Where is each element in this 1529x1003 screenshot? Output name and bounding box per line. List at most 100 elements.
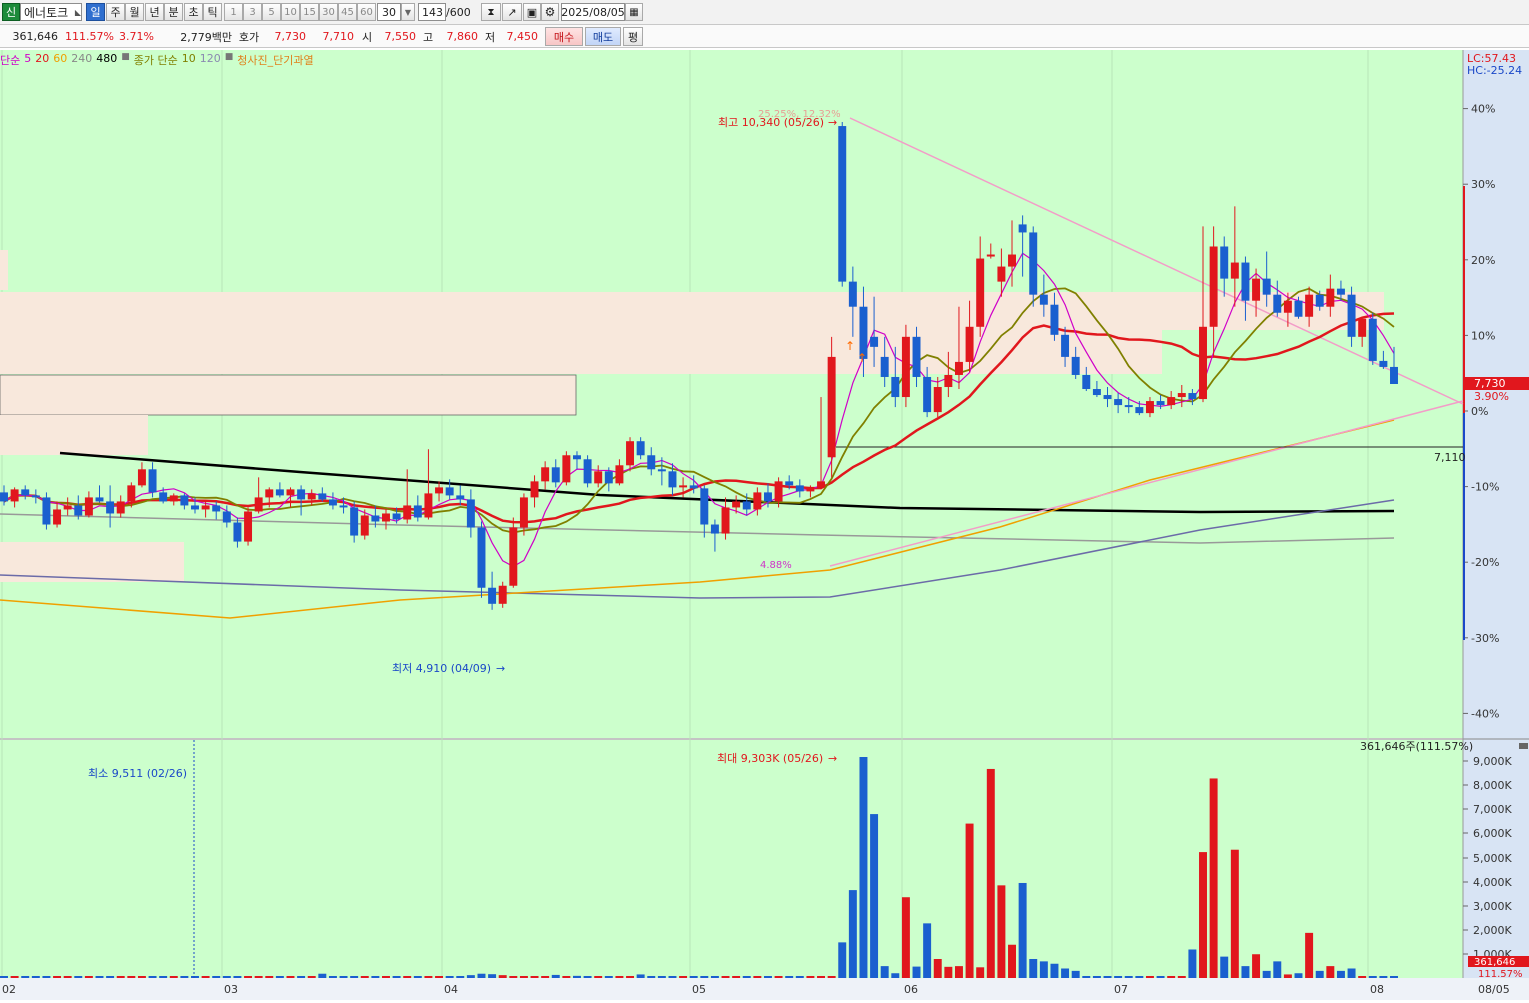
- volume-bar: [583, 976, 592, 978]
- volume-bar: [159, 976, 168, 978]
- support-price-label: 7,110: [1434, 451, 1466, 464]
- low-percent-label: 4.88%: [760, 560, 792, 571]
- volume-bar: [1283, 974, 1292, 978]
- volume-bar: [116, 976, 125, 978]
- candle-body: [222, 511, 231, 523]
- save-icon[interactable]: ▣: [523, 3, 541, 21]
- price-volume-chart[interactable]: 02 03 04 05 06 07 08 08/05 40% 30% 20% 10% 0% -10% -20…: [0, 49, 1529, 1000]
- close-ma10-label: 10: [181, 52, 196, 65]
- volume-bar: [169, 976, 178, 978]
- chart-area[interactable]: 02 03 04 05 06 07 08 08/05 40% 30% 20% 10% 0% -10% -20…: [0, 49, 1529, 1000]
- volume-tick-label: 4,000K: [1473, 876, 1512, 889]
- candle-body: [1188, 393, 1197, 400]
- stock-name-input[interactable]: 에너토크: [20, 3, 82, 21]
- interval-button[interactable]: 10: [281, 3, 300, 21]
- date-input[interactable]: 2025/08/05: [561, 3, 625, 21]
- candle-body: [817, 481, 826, 488]
- candle-body: [838, 126, 847, 282]
- ma5-label: 5: [24, 52, 32, 65]
- buy-button[interactable]: 매수: [545, 27, 583, 46]
- lowest-arrow-icon: →: [496, 662, 505, 675]
- period-button[interactable]: 월: [125, 3, 144, 21]
- volume-bar: [668, 976, 677, 978]
- candle-type-icon[interactable]: ⧗: [481, 3, 501, 21]
- candle-body: [42, 497, 51, 525]
- scale-down-bar: [1463, 413, 1465, 640]
- volume-bar: [1379, 976, 1388, 978]
- gear-icon[interactable]: ⚙: [541, 3, 559, 21]
- volume-bar: [1071, 970, 1080, 978]
- low-label: 저: [484, 30, 496, 44]
- period-button[interactable]: 일: [86, 3, 105, 21]
- indicator-legend: 단순 5 20 60 240 480 ■ 종가 단순 10 120 ■ 청사진_…: [0, 52, 314, 67]
- period-button[interactable]: 분: [164, 3, 183, 21]
- calendar-icon[interactable]: ▦: [625, 3, 643, 21]
- chevron-down-icon[interactable]: ▼: [401, 3, 415, 21]
- interval-button[interactable]: 15: [300, 3, 319, 21]
- draw-tool-icon[interactable]: ↗: [502, 3, 522, 21]
- volume-bar: [1188, 949, 1197, 978]
- candle-body: [923, 376, 932, 413]
- volume-bar: [1092, 976, 1101, 978]
- candle-body: [244, 511, 253, 542]
- candle-body: [891, 376, 900, 398]
- interval-button[interactable]: 5: [262, 3, 281, 21]
- volume-bar: [933, 958, 942, 978]
- candle-count-input[interactable]: 143: [418, 3, 446, 21]
- volume-bar: [1326, 966, 1335, 978]
- price-tick-label: 20%: [1471, 254, 1495, 267]
- candle-body: [360, 515, 369, 536]
- candle-body: [689, 485, 698, 489]
- volume-bar: [721, 976, 730, 978]
- candle-body: [870, 336, 879, 347]
- eval-button[interactable]: 평: [623, 27, 643, 46]
- volume-value: 361,646: [12, 30, 59, 43]
- volume-bar: [1336, 970, 1345, 978]
- interval-button[interactable]: 3: [243, 3, 262, 21]
- volume-bar: [1177, 976, 1186, 978]
- volume-bar: [1082, 976, 1091, 978]
- close-ma-label: 종가 단순: [133, 54, 178, 67]
- volume-bar: [551, 974, 560, 978]
- price-tick-label: -10%: [1471, 481, 1499, 494]
- interval-button[interactable]: 1: [224, 3, 243, 21]
- candle-body: [1124, 405, 1133, 408]
- volume-current-label: 361,646주(111.57%): [1360, 740, 1473, 753]
- period-button[interactable]: 년: [145, 3, 164, 21]
- candle-body: [350, 507, 359, 536]
- price-tick-label: -20%: [1471, 556, 1499, 569]
- price-tick-label: 40%: [1471, 103, 1495, 116]
- volume-bar: [1358, 976, 1367, 978]
- interval-button[interactable]: 45: [338, 3, 357, 21]
- volume-bar: [954, 966, 963, 978]
- volume-bar: [774, 976, 783, 978]
- interval-button[interactable]: 30: [319, 3, 338, 21]
- candle-body: [700, 488, 709, 525]
- interval-select[interactable]: 30: [377, 3, 401, 21]
- date-tick-label: 08/05: [1478, 983, 1510, 996]
- sell-button[interactable]: 매도: [585, 27, 621, 46]
- stock-dropdown-icon[interactable]: ◣: [74, 5, 82, 19]
- interval-button[interactable]: 60: [357, 3, 376, 21]
- volume-bar: [689, 976, 698, 978]
- volume-bar: [1145, 976, 1154, 978]
- high-price: 7,860: [446, 30, 479, 43]
- volume-bar: [244, 976, 253, 978]
- volume-max-annotation: 최대 9,303K (05/26): [717, 752, 823, 765]
- volume-bar: [901, 897, 910, 978]
- candle-body: [21, 489, 30, 496]
- date-tick-label: 05: [692, 983, 706, 996]
- candle-body: [1199, 326, 1207, 400]
- period-button[interactable]: 초: [184, 3, 203, 21]
- candle-body: [382, 513, 390, 522]
- legend-marker-icon: ■: [224, 52, 234, 62]
- volume-bar: [435, 976, 444, 978]
- volume-bar: [509, 976, 518, 978]
- candle-body: [498, 585, 507, 604]
- volume-bar: [679, 976, 688, 978]
- candle-body: [265, 489, 274, 498]
- volume-bar: [636, 974, 645, 978]
- period-button[interactable]: 틱: [203, 3, 222, 21]
- period-button[interactable]: 주: [106, 3, 125, 21]
- candle-body: [1145, 401, 1154, 414]
